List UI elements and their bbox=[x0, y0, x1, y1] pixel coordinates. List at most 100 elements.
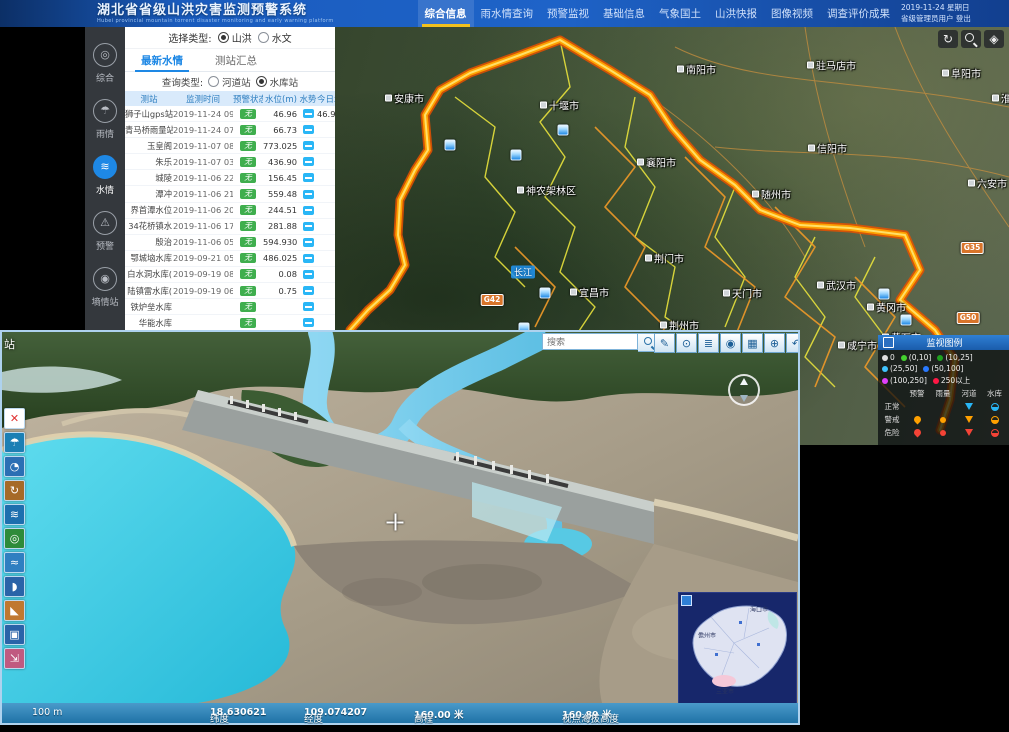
sidebar-item[interactable]: ◎ 综合 bbox=[85, 35, 125, 91]
station-marker[interactable] bbox=[901, 315, 912, 326]
sidebar-item[interactable]: ⚠ 预警 bbox=[85, 203, 125, 259]
menu-item[interactable]: 气象国土 bbox=[652, 0, 708, 27]
trend-cell bbox=[299, 190, 317, 199]
inset-city-label: 海口市 bbox=[750, 605, 768, 614]
panel-tab[interactable]: 最新水情 bbox=[125, 49, 199, 71]
side-tool-icon: ◗ bbox=[12, 580, 18, 593]
inset-overview-map[interactable]: 海口市儋州市三亚市 bbox=[678, 592, 797, 703]
sidebar-item[interactable]: ≋ 水情 bbox=[85, 147, 125, 203]
table-row[interactable]: 朱乐 2019-11-07 03 无 436.90 bbox=[125, 154, 335, 170]
side-tool-button[interactable]: ◗ bbox=[4, 576, 25, 597]
station-marker[interactable] bbox=[540, 288, 551, 299]
table-row[interactable]: 鄂城垴水库 2019-09-21 05 无 486.025 bbox=[125, 251, 335, 267]
menu-item[interactable]: 图像视频 bbox=[764, 0, 820, 27]
side-tool-button[interactable]: ≈ bbox=[4, 552, 25, 573]
city-name: 襄阳市 bbox=[646, 155, 676, 170]
trend-steady-icon bbox=[303, 222, 314, 231]
side-tool-button[interactable]: ⇲ bbox=[4, 648, 25, 669]
side-tool-button[interactable]: ✕ bbox=[4, 408, 25, 429]
table-row[interactable]: 铁炉垒水库 无 bbox=[125, 299, 335, 315]
monitor-time: 2019-11-06 17 bbox=[173, 221, 233, 231]
city-name: 淮南 bbox=[1001, 91, 1009, 106]
viewer-tool-button[interactable]: ◉ bbox=[720, 333, 741, 353]
table-row[interactable]: 白水洞水库( 2019-09-19 08 无 0.08 bbox=[125, 267, 335, 283]
trend-steady-icon bbox=[303, 190, 314, 199]
station-marker[interactable] bbox=[558, 125, 569, 136]
menu-item[interactable]: 调查评价成果 bbox=[820, 0, 897, 27]
panel-tab[interactable]: 测站汇总 bbox=[199, 49, 273, 71]
radio-label: 山洪 bbox=[232, 30, 252, 45]
app-brand: 湖北省省级山洪灾害监测预警系统 Hubei provincial mountai… bbox=[97, 0, 334, 27]
scene-3d[interactable]: 站 ✎⊙≣◉▦⊕↶ ✕☂◔↻≋◎≈◗◣▣⇲ bbox=[2, 332, 798, 703]
monitor-time: 2019-11-07 03 bbox=[173, 157, 233, 167]
column-header: 预警状态 bbox=[233, 93, 263, 105]
table-row[interactable]: 34花桥镇水 2019-11-06 17 无 281.88 bbox=[125, 219, 335, 235]
sidebar-item-label: 预警 bbox=[96, 239, 114, 252]
station-marker[interactable] bbox=[879, 289, 890, 300]
column-header: 水位(m) bbox=[263, 93, 299, 105]
menu-item[interactable]: 综合信息 bbox=[418, 0, 474, 27]
trend-steady-icon bbox=[303, 254, 314, 263]
today-level: 46.99 bbox=[317, 109, 335, 119]
side-tool-button[interactable]: ◣ bbox=[4, 600, 25, 621]
viewer-tool-button[interactable]: ↶ bbox=[786, 333, 798, 353]
table-row[interactable]: 狮子山gps站 2019-11-24 09 无 46.96 46.99 bbox=[125, 106, 335, 122]
city-name: 天门市 bbox=[732, 286, 762, 301]
filter-type-radio[interactable]: 水文 bbox=[258, 30, 292, 45]
side-tool-button[interactable]: ◔ bbox=[4, 456, 25, 477]
viewer-tool-button[interactable]: ✎ bbox=[654, 333, 675, 353]
legend-scale-item: (50,100] bbox=[923, 364, 963, 373]
query-type-radio[interactable]: 水库站 bbox=[256, 75, 299, 89]
map-control-icon[interactable] bbox=[961, 30, 981, 48]
radio-icon bbox=[218, 32, 229, 43]
side-tool-button[interactable]: ▣ bbox=[4, 624, 25, 645]
menu-item[interactable]: 山洪快报 bbox=[708, 0, 764, 27]
table-row[interactable]: 城陵 2019-11-06 22 无 156.45 bbox=[125, 170, 335, 186]
sidebar-item[interactable]: ☂ 雨情 bbox=[85, 91, 125, 147]
table-row[interactable]: 殷治 2019-11-06 05 无 594.930 bbox=[125, 235, 335, 251]
compass[interactable] bbox=[728, 374, 760, 406]
table-row[interactable]: 陆镇雷水库( 2019-09-19 06 无 0.75 bbox=[125, 283, 335, 299]
viewer-tool-icon: ⊕ bbox=[770, 337, 779, 350]
menu-item[interactable]: 基础信息 bbox=[596, 0, 652, 27]
filter-type-radio[interactable]: 山洪 bbox=[218, 30, 252, 45]
monitor-time: 2019-11-24 07 bbox=[173, 125, 233, 135]
table-row[interactable]: 潭冲 2019-11-06 21 无 559.48 bbox=[125, 186, 335, 202]
trend-steady-icon bbox=[303, 286, 314, 295]
map-control-icon[interactable]: ◈ bbox=[984, 30, 1004, 48]
query-type-radio[interactable]: 河道站 bbox=[208, 75, 251, 89]
status-badge: 无 bbox=[240, 221, 256, 231]
sidebar-item[interactable]: ◉ 墒情站 bbox=[85, 259, 125, 315]
viewer-tool-button[interactable]: ▦ bbox=[742, 333, 763, 353]
city-label: 武汉市 bbox=[817, 278, 856, 293]
sidebar-item-label: 墒情站 bbox=[91, 295, 118, 308]
table-row[interactable]: 青马桥雨量站 2019-11-24 07 无 66.73 bbox=[125, 122, 335, 138]
table-row[interactable]: 玉皇阁 2019-11-07 08 无 773.025 bbox=[125, 138, 335, 154]
map-control-icon[interactable]: ↻ bbox=[938, 30, 958, 48]
table-row[interactable]: 界首潭水位 2019-11-06 20 无 244.51 bbox=[125, 203, 335, 219]
side-tool-button[interactable]: ↻ bbox=[4, 480, 25, 501]
viewer-tool-button[interactable]: ⊙ bbox=[676, 333, 697, 353]
legend-collapse-icon[interactable] bbox=[883, 337, 894, 348]
search-input[interactable] bbox=[542, 333, 638, 350]
station-marker[interactable] bbox=[511, 150, 522, 161]
monitor-time: 2019-11-07 08 bbox=[173, 141, 233, 151]
monitor-time: 2019-11-06 05 bbox=[173, 237, 233, 247]
monitor-time: 2019-09-21 05 bbox=[173, 253, 233, 263]
menu-item[interactable]: 预警监视 bbox=[540, 0, 596, 27]
side-tool-button[interactable]: ≋ bbox=[4, 504, 25, 525]
menu-item-label: 图像视频 bbox=[771, 6, 813, 21]
station-marker[interactable] bbox=[445, 140, 456, 151]
table-row[interactable]: 华能水库 无 bbox=[125, 315, 335, 330]
city-label: 十堰市 bbox=[540, 98, 579, 113]
user-box: 2019-11-24 星期日 省级管理员用户 登出 bbox=[897, 0, 1009, 27]
side-tool-button[interactable]: ◎ bbox=[4, 528, 25, 549]
side-tool-button[interactable]: ☂ bbox=[4, 432, 25, 453]
side-tool-icon: ◣ bbox=[10, 604, 18, 617]
menu-item[interactable]: 雨水情查询 bbox=[474, 0, 541, 27]
viewer-toolbar: ✎⊙≣◉▦ ⊕ ↶ bbox=[654, 333, 798, 353]
station-name: 鄂城垴水库 bbox=[125, 252, 173, 264]
viewer-tool-button[interactable]: ⊕ bbox=[764, 333, 785, 353]
user-logout-link[interactable]: 省级管理员用户 登出 bbox=[901, 13, 1003, 24]
viewer-tool-button[interactable]: ≣ bbox=[698, 333, 719, 353]
